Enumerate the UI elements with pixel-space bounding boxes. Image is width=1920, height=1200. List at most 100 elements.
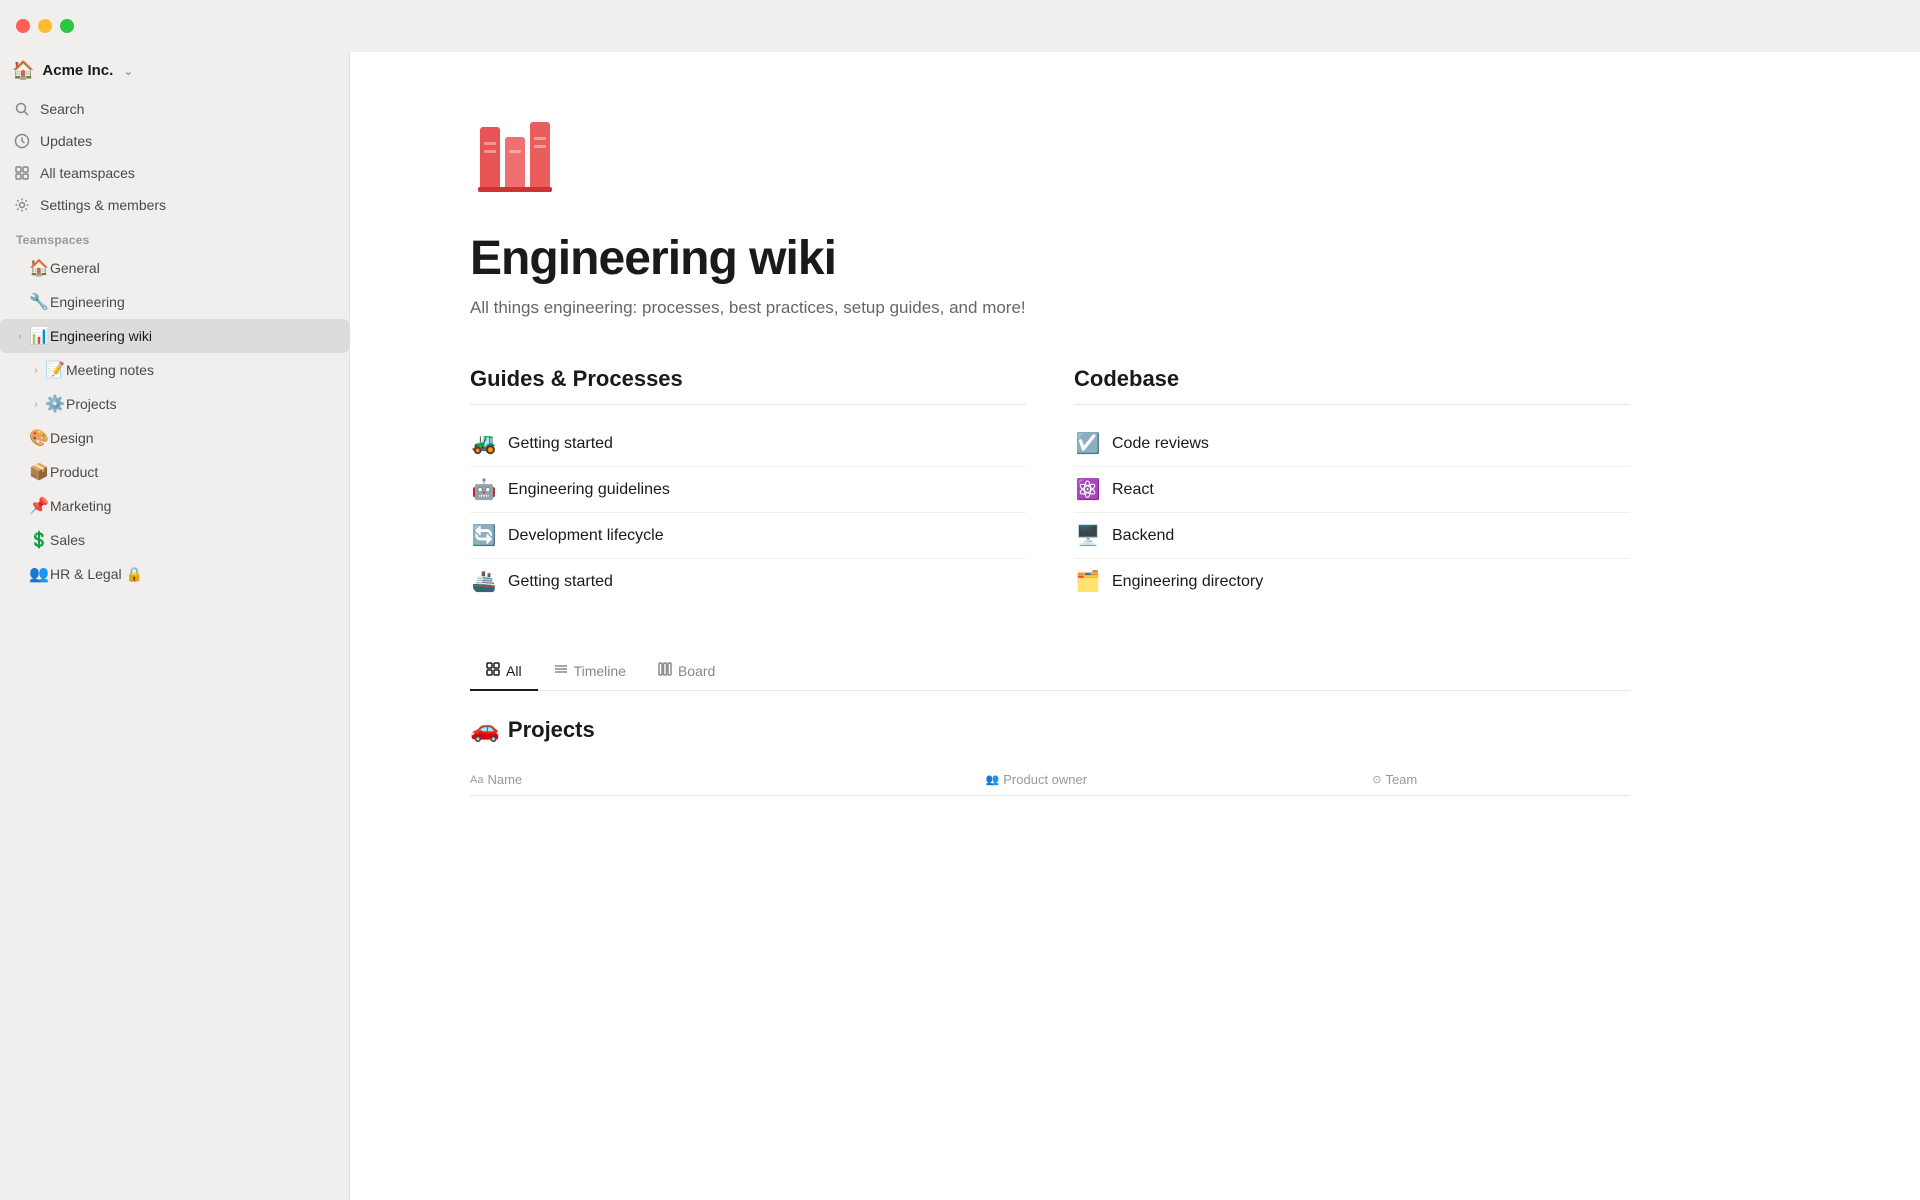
col-owner-label: Product owner [1003, 772, 1087, 787]
tab-all-label: All [506, 663, 522, 679]
workspace-switcher[interactable]: 🏠 Acme Inc. ⌄ [0, 52, 349, 89]
design-emoji: 🎨 [28, 427, 50, 449]
tab-timeline-label: Timeline [574, 663, 626, 679]
tab-board[interactable]: Board [642, 652, 731, 691]
col-header-team: ⊙ Team [1372, 772, 1630, 787]
tab-timeline[interactable]: Timeline [538, 652, 642, 691]
engineering-emoji: 🔧 [28, 291, 50, 313]
projects-section: 🚗 Projects Aa Name 👥 Product owner ⊙ Tea… [470, 715, 1630, 796]
code-reviews-icon: ☑️ [1074, 431, 1102, 456]
getting-started-2-label: Getting started [508, 573, 613, 591]
link-engineering-guidelines[interactable]: 🤖 Engineering guidelines [470, 467, 1026, 513]
sidebar-item-all-teamspaces[interactable]: All teamspaces [0, 157, 349, 189]
chevron-icon [12, 294, 28, 310]
chevron-icon [12, 260, 28, 276]
link-getting-started-2[interactable]: 🚢 Getting started [470, 559, 1026, 604]
sidebar-settings-label: Settings & members [40, 197, 166, 213]
projects-section-header: 🚗 Projects [470, 715, 1630, 744]
getting-started-2-icon: 🚢 [470, 569, 498, 594]
table-header-row: Aa Name 👥 Product owner ⊙ Team [470, 764, 1630, 796]
sidebar-item-engineering[interactable]: 🔧 Engineering [0, 285, 349, 319]
sidebar-item-sales[interactable]: 💲 Sales [0, 523, 349, 557]
link-development-lifecycle[interactable]: 🔄 Development lifecycle [470, 513, 1026, 559]
link-engineering-directory[interactable]: 🗂️ Engineering directory [1074, 559, 1630, 604]
sidebar-projects-label: Projects [66, 396, 337, 412]
sidebar-item-engineering-wiki[interactable]: › 📊 Engineering wiki [0, 319, 349, 353]
tabs-bar: All Timeline [470, 652, 1630, 691]
sidebar-engineering-label: Engineering [50, 294, 337, 310]
link-react[interactable]: ⚛️ React [1074, 467, 1630, 513]
sidebar-sales-label: Sales [50, 532, 337, 548]
sidebar-item-general[interactable]: 🏠 General [0, 251, 349, 285]
chevron-icon [12, 498, 28, 514]
chevron-icon [12, 566, 28, 582]
col-team-label: Team [1385, 772, 1417, 787]
sidebar-item-search[interactable]: Search [0, 93, 349, 125]
projects-emoji: ⚙️ [44, 393, 66, 415]
codebase-section: Codebase ☑️ Code reviews ⚛️ React 🖥️ Bac… [1074, 366, 1630, 604]
backend-icon: 🖥️ [1074, 523, 1102, 548]
code-reviews-label: Code reviews [1112, 435, 1209, 453]
backend-label: Backend [1112, 527, 1174, 545]
sidebar-item-settings[interactable]: Settings & members [0, 189, 349, 221]
sidebar-item-marketing[interactable]: 📌 Marketing [0, 489, 349, 523]
projects-section-emoji: 🚗 [470, 715, 500, 744]
link-backend[interactable]: 🖥️ Backend [1074, 513, 1630, 559]
react-icon: ⚛️ [1074, 477, 1102, 502]
traffic-lights [16, 19, 74, 33]
tab-board-icon [658, 662, 672, 679]
link-code-reviews[interactable]: ☑️ Code reviews [1074, 421, 1630, 467]
chevron-right-icon: › [28, 362, 44, 378]
traffic-light-red[interactable] [16, 19, 30, 33]
guides-section: Guides & Processes 🚜 Getting started 🤖 E… [470, 366, 1026, 604]
page-content-area: Engineering wiki All things engineering:… [350, 52, 1750, 856]
tab-all[interactable]: All [470, 652, 538, 691]
development-lifecycle-label: Development lifecycle [508, 527, 664, 545]
guides-section-title: Guides & Processes [470, 366, 1026, 405]
gear-icon [12, 195, 32, 215]
col-team-icon: ⊙ [1372, 773, 1381, 786]
chevron-icon [12, 464, 28, 480]
getting-started-1-icon: 🚜 [470, 431, 498, 456]
chevron-right-icon: › [12, 328, 28, 344]
search-icon [12, 99, 32, 119]
sidebar-updates-label: Updates [40, 133, 92, 149]
engineering-directory-label: Engineering directory [1112, 573, 1263, 591]
sidebar-item-design[interactable]: 🎨 Design [0, 421, 349, 455]
engineering-directory-icon: 🗂️ [1074, 569, 1102, 594]
sidebar-product-label: Product [50, 464, 337, 480]
sidebar-item-updates[interactable]: Updates [0, 125, 349, 157]
sidebar-item-meeting-notes[interactable]: › 📝 Meeting notes [0, 353, 349, 387]
page-title: Engineering wiki [470, 231, 1630, 286]
sidebar-item-projects[interactable]: › ⚙️ Projects [0, 387, 349, 421]
sales-emoji: 💲 [28, 529, 50, 551]
workspace-icon: 🏠 [12, 60, 34, 81]
col-owner-icon: 👥 [986, 773, 1000, 786]
col-name-label: Name [487, 772, 522, 787]
sidebar-item-hr-legal[interactable]: 👥 HR & Legal 🔒 [0, 557, 349, 591]
traffic-light-green[interactable] [60, 19, 74, 33]
col-name-icon: Aa [470, 774, 483, 786]
link-getting-started-1[interactable]: 🚜 Getting started [470, 421, 1026, 467]
sections-grid: Guides & Processes 🚜 Getting started 🤖 E… [470, 366, 1630, 604]
sidebar-marketing-label: Marketing [50, 498, 337, 514]
chevron-icon [12, 532, 28, 548]
page-hero-icon [470, 112, 1630, 207]
sidebar-item-product[interactable]: 📦 Product [0, 455, 349, 489]
engineering-guidelines-label: Engineering guidelines [508, 481, 670, 499]
general-emoji: 🏠 [28, 257, 50, 279]
sidebar-general-label: General [50, 260, 337, 276]
sidebar-search-label: Search [40, 101, 84, 117]
react-label: React [1112, 481, 1154, 499]
sidebar-engineering-wiki-label: Engineering wiki [50, 328, 337, 344]
sidebar-meeting-notes-label: Meeting notes [66, 362, 337, 378]
traffic-light-yellow[interactable] [38, 19, 52, 33]
sidebar: 🏠 Acme Inc. ⌄ Search Updates [0, 0, 350, 1200]
tab-timeline-icon [554, 662, 568, 679]
getting-started-1-label: Getting started [508, 435, 613, 453]
page-subtitle: All things engineering: processes, best … [470, 298, 1630, 318]
meeting-notes-emoji: 📝 [44, 359, 66, 381]
main-content: Engineering wiki All things engineering:… [350, 0, 1920, 1200]
col-header-owner: 👥 Product owner [986, 772, 1373, 787]
tab-board-label: Board [678, 663, 715, 679]
